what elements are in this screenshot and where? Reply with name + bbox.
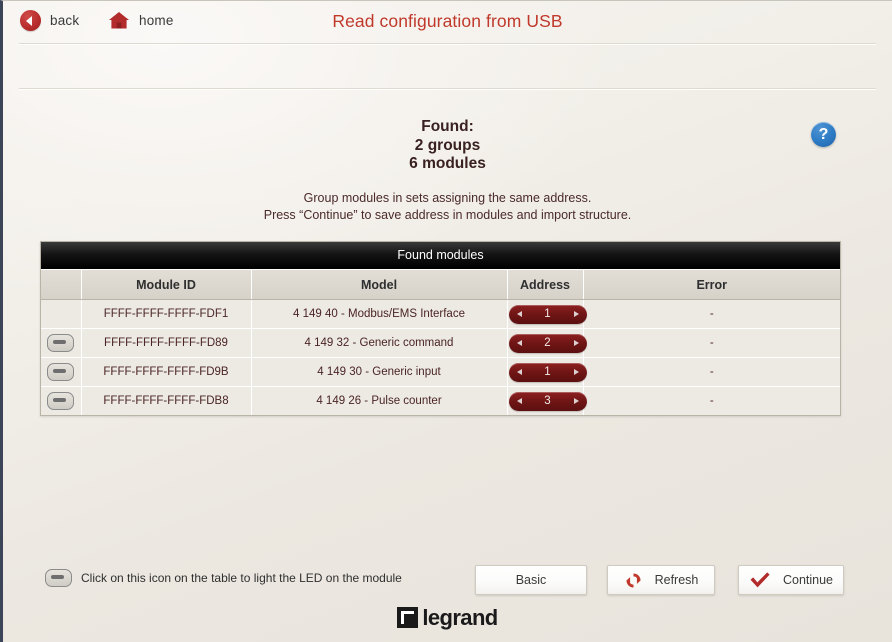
- found-summary: Found: 2 groups 6 modules: [3, 118, 892, 174]
- legrand-mark-icon: [397, 607, 419, 628]
- cell-model: 4 149 26 - Pulse counter: [251, 386, 508, 415]
- table-row: FFFF-FFFF-FFFF-FD9B 4 149 30 - Generic in…: [41, 357, 840, 387]
- address-increment-arrow-icon[interactable]: [573, 368, 579, 375]
- legrand-wordmark: legrand: [422, 605, 498, 630]
- table-row: FFFF-FFFF-FFFF-FDF1 4 149 40 - Modbus/EMS…: [41, 299, 840, 329]
- cell-led: [41, 299, 82, 329]
- address-increment-arrow-icon[interactable]: [573, 339, 579, 346]
- column-header-model: Model: [251, 270, 508, 300]
- basic-button[interactable]: Basic: [475, 565, 587, 595]
- cell-model: 4 149 32 - Generic command: [251, 328, 508, 358]
- found-modules-caption: Found modules: [41, 242, 840, 270]
- header-divider-top: [19, 43, 876, 45]
- cell-address: 1: [507, 299, 587, 329]
- cell-error: -: [583, 386, 840, 415]
- refresh-button-label: Refresh: [654, 573, 699, 587]
- checkmark-icon: [749, 571, 771, 589]
- cell-error: -: [583, 299, 840, 329]
- cell-module-id: FFFF-FFFF-FFFF-FDB8: [81, 386, 252, 415]
- continue-button-label: Continue: [782, 573, 834, 587]
- column-header-error: Error: [583, 270, 840, 300]
- led-hint: Click on this icon on the table to light…: [45, 569, 402, 587]
- column-header-led: [41, 270, 82, 300]
- led-hint-text: Click on this icon on the table to light…: [81, 571, 402, 585]
- table-body: FFFF-FFFF-FFFF-FDF1 4 149 40 - Modbus/EMS…: [41, 299, 840, 415]
- led-indicator-icon[interactable]: [47, 392, 75, 410]
- table-row: FFFF-FFFF-FFFF-FDB8 4 149 26 - Pulse coun…: [41, 386, 840, 415]
- help-icon[interactable]: ?: [811, 122, 836, 147]
- found-modules-panel: Found modules Module ID Model Address Er…: [40, 241, 841, 416]
- column-header-module-id: Module ID: [81, 270, 252, 300]
- found-modules-count: 6 modules: [409, 155, 486, 172]
- cell-module-id: FFFF-FFFF-FFFF-FDF1: [81, 299, 252, 329]
- cell-module-id: FFFF-FFFF-FFFF-FD89: [81, 328, 252, 358]
- address-stepper[interactable]: 2: [508, 333, 587, 353]
- cell-led: [41, 328, 82, 358]
- table-header-row: Module ID Model Address Error: [41, 270, 840, 300]
- cell-error: -: [583, 357, 840, 387]
- found-label: Found:: [421, 118, 474, 135]
- led-indicator-icon[interactable]: [47, 334, 75, 352]
- address-decrement-arrow-icon[interactable]: [516, 339, 522, 346]
- cell-address: 1: [507, 357, 587, 387]
- cell-led: [41, 357, 82, 387]
- legrand-logo: legrand: [3, 605, 892, 630]
- address-increment-arrow-icon[interactable]: [573, 310, 579, 317]
- address-increment-arrow-icon[interactable]: [573, 397, 579, 404]
- top-navigation-bar: back home Read configuration from USB: [3, 1, 892, 44]
- cell-led: [41, 386, 82, 415]
- cell-module-id: FFFF-FFFF-FFFF-FD9B: [81, 357, 252, 387]
- refresh-button[interactable]: Refresh: [607, 565, 715, 595]
- instruction-line-1: Group modules in sets assigning the same…: [303, 191, 592, 205]
- found-modules-table: Module ID Model Address Error FFFF-FFFF-…: [41, 270, 840, 415]
- address-stepper[interactable]: 1: [508, 304, 587, 324]
- continue-button[interactable]: Continue: [738, 565, 844, 595]
- address-decrement-arrow-icon[interactable]: [516, 368, 522, 375]
- address-stepper[interactable]: 3: [508, 391, 587, 411]
- refresh-icon: [624, 571, 643, 590]
- address-decrement-arrow-icon[interactable]: [516, 310, 522, 317]
- address-stepper[interactable]: 1: [508, 362, 587, 382]
- cell-error: -: [583, 328, 840, 358]
- column-header-address: Address: [507, 270, 584, 300]
- cell-model: 4 149 40 - Modbus/EMS Interface: [251, 299, 508, 329]
- basic-button-label: Basic: [515, 573, 547, 587]
- led-indicator-icon: [45, 569, 72, 587]
- led-indicator-icon[interactable]: [47, 363, 75, 381]
- found-groups-count: 2 groups: [414, 136, 481, 154]
- address-decrement-arrow-icon[interactable]: [516, 397, 522, 404]
- instructions-block: Group modules in sets assigning the same…: [3, 190, 892, 224]
- cell-model: 4 149 30 - Generic input: [251, 357, 508, 387]
- cell-address: 2: [507, 328, 587, 358]
- page-title: Read configuration from USB: [332, 11, 563, 31]
- table-row: FFFF-FFFF-FFFF-FD89 4 149 32 - Generic co…: [41, 328, 840, 358]
- instruction-line-2: Press “Continue” to save address in modu…: [263, 208, 632, 222]
- application-window: back home Read configuration from USB Fo…: [0, 0, 892, 642]
- header-divider-bottom: [19, 88, 876, 90]
- cell-address: 3: [507, 386, 587, 415]
